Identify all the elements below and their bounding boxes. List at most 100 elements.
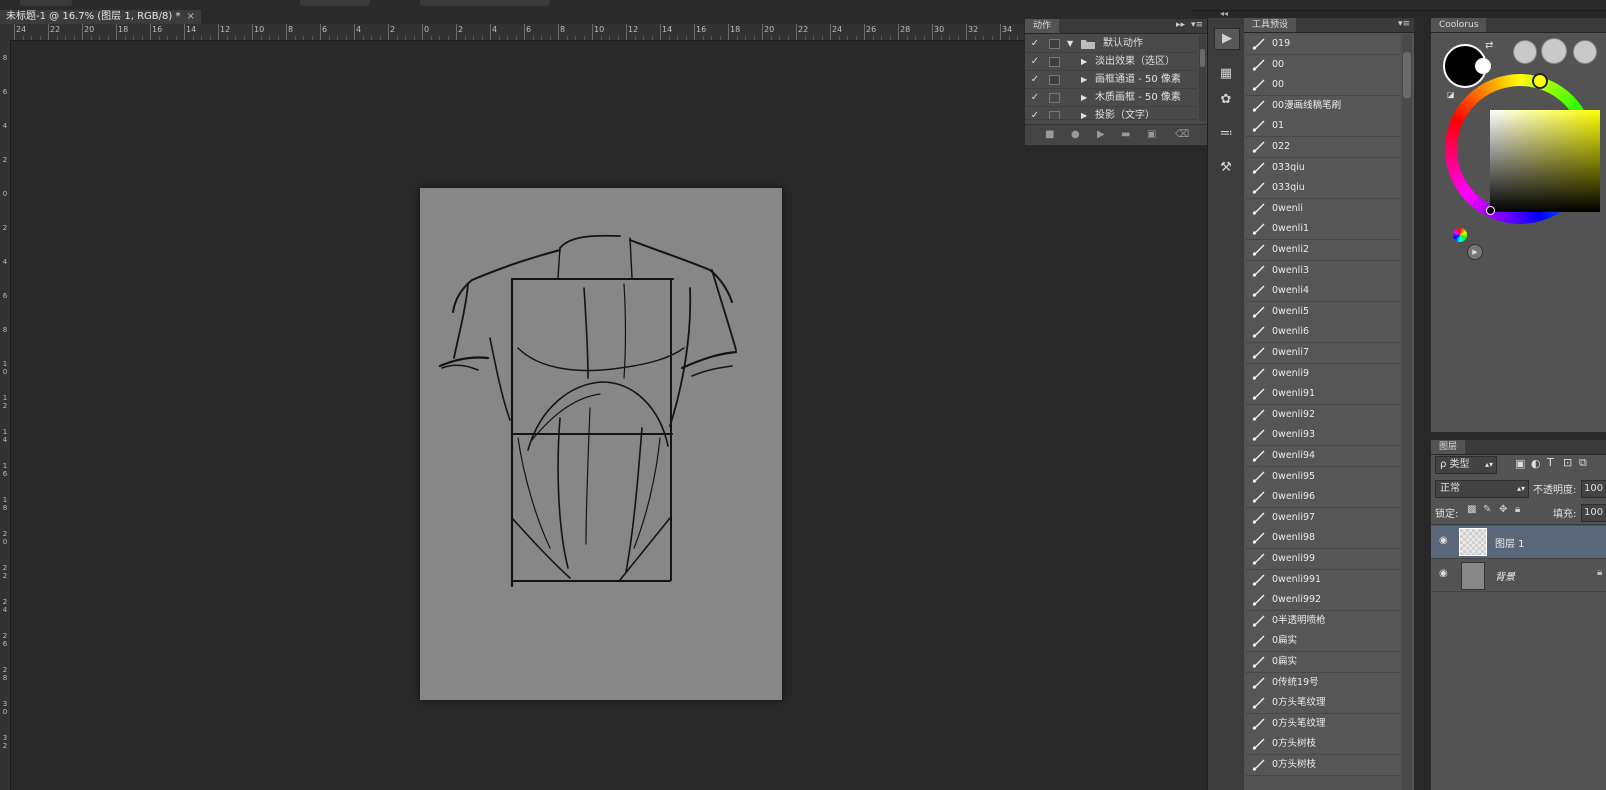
smart-object-filter-icon[interactable]: ⧉	[1579, 456, 1587, 470]
layer-row-background[interactable]: ◉ 背景 🔒︎	[1431, 559, 1606, 592]
document-tab[interactable]: 未标题-1 @ 16.7% (图层 1, RGB/8) * ×	[0, 10, 201, 24]
options-bar-control[interactable]	[300, 0, 370, 6]
options-bar-control[interactable]	[420, 0, 550, 6]
color-picker-handle[interactable]	[1486, 206, 1495, 215]
folder-icon[interactable]: ▬	[1121, 129, 1130, 140]
preset-item[interactable]: 0方头树枝	[1246, 734, 1400, 756]
color-palette-icon[interactable]: ✿	[1214, 90, 1238, 110]
tab-actions[interactable]: 动作	[1025, 19, 1060, 33]
preset-item[interactable]: 0wenli98	[1246, 528, 1400, 550]
dialog-toggle-icon[interactable]	[1049, 111, 1060, 119]
action-item[interactable]: ✓ ▶ 画框通道 - 50 像素	[1025, 71, 1197, 89]
preset-item[interactable]: 0wenli97	[1246, 507, 1400, 529]
triangle-right-icon[interactable]: ▶	[1081, 107, 1087, 119]
saturation-value-square[interactable]	[1490, 110, 1600, 212]
preset-item[interactable]: 0wenli5	[1246, 301, 1400, 323]
action-item[interactable]: ✓ ▶ 投影（文字）	[1025, 107, 1197, 120]
stop-icon[interactable]: ■	[1045, 129, 1054, 140]
preset-item[interactable]: 0wenli4	[1246, 281, 1400, 303]
preset-item[interactable]: 0wenli992	[1246, 590, 1400, 612]
preset-item[interactable]: 033qiu	[1246, 157, 1400, 179]
panel-menu-icon[interactable]: ▾≡	[1191, 20, 1203, 30]
lock-paint-icon[interactable]: ✎	[1483, 504, 1491, 515]
adjust-sliders-icon[interactable]: ≕	[1214, 124, 1238, 144]
play-mode-icon[interactable]: ▶	[1467, 244, 1483, 260]
actions-play-icon[interactable]: ▶	[1214, 28, 1240, 50]
layer-name[interactable]: 背景	[1495, 568, 1515, 583]
preset-item[interactable]: 0wenli1	[1246, 219, 1400, 241]
new-action-icon[interactable]: ▣	[1147, 129, 1156, 140]
close-tab-icon[interactable]: ×	[186, 11, 194, 22]
tool-presets-icon[interactable]: ⚒	[1214, 158, 1238, 178]
text-filter-icon[interactable]: T	[1547, 456, 1554, 469]
check-icon[interactable]: ✓	[1029, 71, 1041, 88]
lock-transparent-icon[interactable]: ▩	[1467, 504, 1476, 515]
scrollbar-thumb[interactable]	[1403, 52, 1411, 98]
preset-item[interactable]: 033qiu	[1246, 178, 1400, 200]
action-set-default[interactable]: ✓ ▼ 默认动作	[1025, 35, 1197, 53]
preset-item[interactable]: 0wenli96	[1246, 487, 1400, 509]
check-icon[interactable]: ✓	[1029, 107, 1041, 119]
preset-item[interactable]: 0wenli2	[1246, 240, 1400, 261]
triangle-right-icon[interactable]: ▶	[1081, 89, 1087, 106]
tab-coolorus[interactable]: Coolorus	[1431, 18, 1487, 32]
dialog-toggle-icon[interactable]	[1049, 75, 1060, 85]
navigator-icon[interactable]: ▦	[1214, 64, 1238, 84]
adjustment-filter-icon[interactable]: ◐	[1531, 457, 1541, 470]
collapse-icon[interactable]: ◂◂	[1220, 9, 1228, 18]
preset-item[interactable]: 0wenli991	[1246, 569, 1400, 591]
trash-icon[interactable]: ⌫	[1175, 129, 1189, 140]
preset-item[interactable]: 0wenli99	[1246, 549, 1400, 570]
preset-item[interactable]: 0wenli9	[1246, 363, 1400, 385]
lock-position-icon[interactable]: ✥	[1499, 504, 1507, 515]
triangle-right-icon[interactable]: ▶	[1081, 71, 1087, 88]
opacity-input[interactable]: 100	[1581, 480, 1606, 498]
dialog-toggle-icon[interactable]	[1049, 39, 1060, 49]
mixer-knob-icon[interactable]	[1573, 40, 1597, 64]
check-icon[interactable]: ✓	[1029, 35, 1041, 52]
mixer-knob-icon[interactable]	[1513, 40, 1537, 64]
shape-filter-icon[interactable]: ⊡	[1563, 456, 1572, 469]
dialog-toggle-icon[interactable]	[1049, 93, 1060, 103]
preset-item[interactable]: 00	[1246, 54, 1400, 76]
layer-row-layer1[interactable]: ◉ 图层 1	[1431, 526, 1606, 559]
image-filter-icon[interactable]: ▣	[1515, 457, 1525, 470]
dialog-toggle-icon[interactable]	[1049, 57, 1060, 67]
preset-item[interactable]: 0wenli3	[1246, 260, 1400, 282]
preset-item[interactable]: 0方头树枝	[1246, 755, 1400, 776]
preset-item[interactable]: 0wenli6	[1246, 322, 1400, 344]
preset-item[interactable]: 01	[1246, 116, 1400, 138]
hue-picker-handle[interactable]	[1532, 73, 1548, 89]
preset-item[interactable]: 0wenli91	[1246, 384, 1400, 406]
tab-layers[interactable]: 图层	[1431, 440, 1466, 454]
fill-input[interactable]: 100	[1581, 504, 1606, 522]
check-icon[interactable]: ✓	[1029, 89, 1041, 106]
color-wheel-mode-icon[interactable]	[1453, 228, 1467, 242]
document-canvas[interactable]	[420, 188, 782, 700]
triangle-right-icon[interactable]: ▶	[1081, 53, 1087, 70]
lock-all-icon[interactable]: 🔒︎	[1515, 504, 1520, 515]
preset-item[interactable]: 0方头笔纹理	[1246, 693, 1400, 715]
layer-name[interactable]: 图层 1	[1495, 535, 1525, 550]
preset-item[interactable]: 0wenli94	[1246, 446, 1400, 467]
preset-item[interactable]: 0wenli92	[1246, 404, 1400, 426]
expand-icon[interactable]: ▸▸	[1176, 20, 1185, 30]
mixer-knob-icon[interactable]	[1541, 38, 1567, 64]
tab-tool-presets[interactable]: 工具预设	[1244, 18, 1297, 32]
preset-item[interactable]: 00	[1246, 75, 1400, 97]
scrollbar-thumb[interactable]	[1200, 49, 1205, 67]
preset-item[interactable]: 019	[1246, 34, 1400, 55]
action-item[interactable]: ✓ ▶ 淡出效果（选区）	[1025, 53, 1197, 71]
visibility-eye-icon[interactable]: ◉	[1439, 535, 1448, 546]
preset-item[interactable]: 0扁实	[1246, 652, 1400, 673]
preset-item[interactable]: 0wenli93	[1246, 425, 1400, 447]
horizontal-ruler[interactable]: 24 22 20 18 16 14 12 10 8 6 4 2 0 2 4 6 8 10 12 14 16 18 20 22 2…	[0, 24, 1192, 41]
preset-item[interactable]: 0传统19号	[1246, 672, 1400, 694]
panel-menu-icon[interactable]: ▾≡	[1398, 19, 1410, 29]
preset-item[interactable]: 0wenli7	[1246, 343, 1400, 364]
options-bar-control[interactable]	[20, 0, 72, 6]
swap-colors-icon[interactable]: ⇄	[1485, 40, 1493, 51]
preset-item[interactable]: 0扁实	[1246, 631, 1400, 653]
play-icon[interactable]: ▶	[1097, 129, 1105, 140]
preset-item[interactable]: 0方头笔纹理	[1246, 713, 1400, 735]
